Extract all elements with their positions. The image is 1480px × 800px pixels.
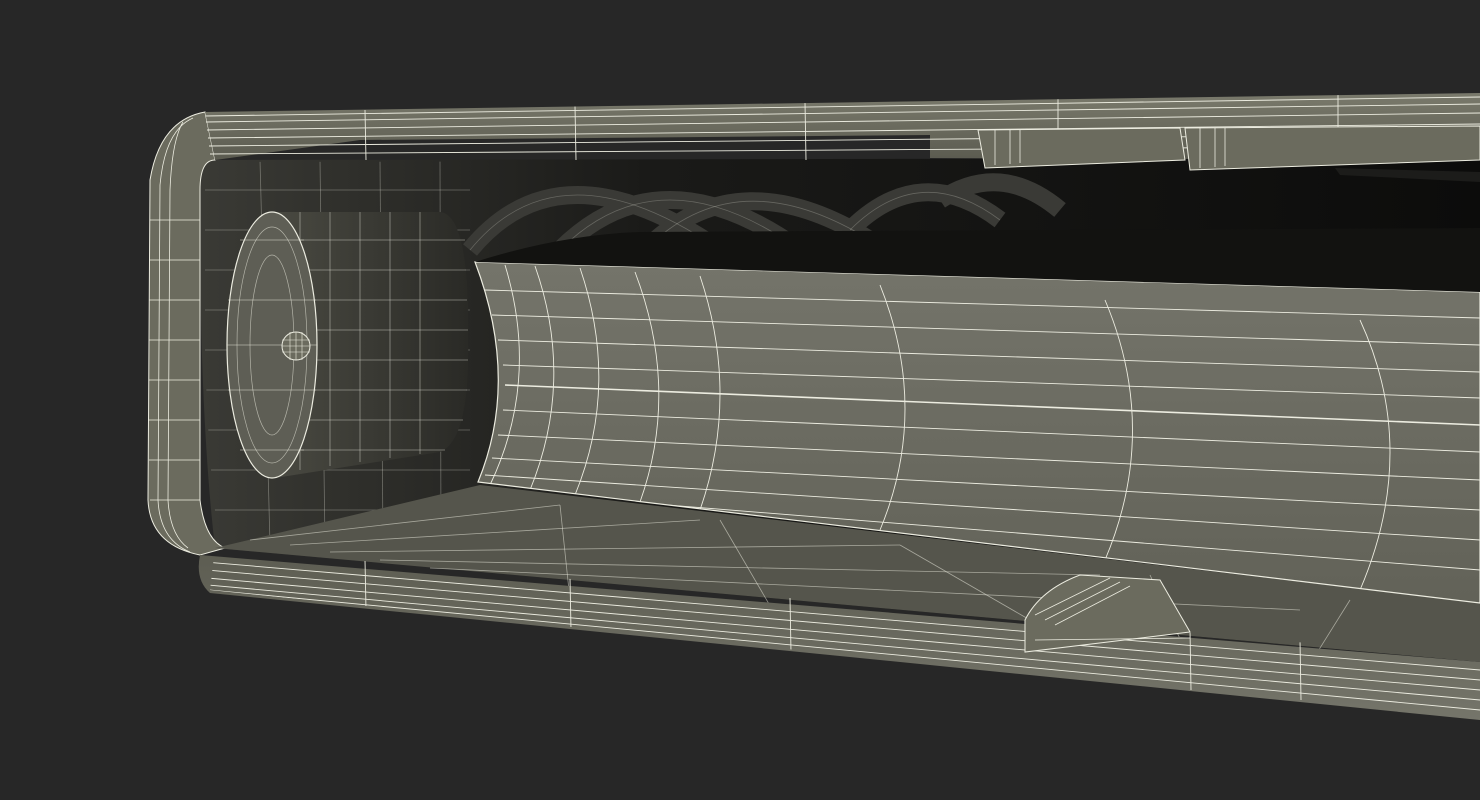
wireframe-render bbox=[147, 93, 1480, 720]
motor-cylinder bbox=[226, 211, 469, 479]
3d-viewport bbox=[0, 0, 1480, 800]
